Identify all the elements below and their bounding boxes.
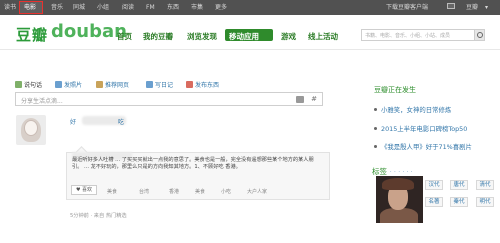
post-author-suffix[interactable]: 吃 xyxy=(118,117,124,126)
camera-icon[interactable] xyxy=(296,96,304,103)
tag-button[interactable]: 明代 xyxy=(476,197,494,207)
nav-home[interactable]: 首页 xyxy=(117,31,132,42)
post-tag[interactable]: 美食 xyxy=(107,188,117,195)
link-icon xyxy=(96,81,103,88)
topnav-item-market[interactable]: 市集 xyxy=(191,4,203,11)
mail-icon[interactable] xyxy=(447,3,455,9)
topnav-item-local[interactable]: 同城 xyxy=(73,4,85,11)
post-tag[interactable]: 香港 xyxy=(169,188,179,195)
post-tag[interactable]: 台湾 xyxy=(139,188,149,195)
tag-button[interactable]: 名著 xyxy=(425,197,443,207)
happening-item[interactable]: 《我是殷人甲》好于71%喜剧片 xyxy=(381,142,472,151)
tag-button[interactable]: 汉代 xyxy=(425,180,443,190)
post-author-prefix[interactable]: 好 xyxy=(70,117,76,126)
topnav-item-music[interactable]: 音乐 xyxy=(51,4,63,11)
tab-write-diary[interactable]: 写日记 xyxy=(146,80,173,89)
download-client-link[interactable]: 下载豆瓣客户端 xyxy=(386,4,428,11)
tab-publish-thing[interactable]: 发布东西 xyxy=(186,80,219,89)
avatar[interactable] xyxy=(16,115,46,145)
tags-more[interactable]: · · · · · · xyxy=(390,169,413,175)
post-tag[interactable]: 美食 xyxy=(195,188,205,195)
tab-post-photo[interactable]: 发照片 xyxy=(55,80,82,89)
tab-say-something[interactable]: 说句话 xyxy=(15,80,42,89)
tab-recommend-link[interactable]: 推荐网页 xyxy=(96,80,129,89)
tag-button[interactable]: 秦代 xyxy=(450,197,468,207)
topnav-item-movies[interactable]: 电影 xyxy=(24,4,36,11)
nav-games[interactable]: 游戏 xyxy=(281,31,296,42)
post-meta: 5分钟前 · 来自 热门精选 xyxy=(70,213,127,219)
diary-icon xyxy=(146,81,153,88)
status-placeholder: 分享生活点滴... xyxy=(21,98,63,105)
logo-en[interactable]: douban xyxy=(51,21,127,42)
search-box[interactable]: 书籍、电影、音乐、小组、小站、成员 xyxy=(361,29,485,41)
nav-explore[interactable]: 浏览发现 xyxy=(187,31,217,42)
nav-online-events[interactable]: 线上活动 xyxy=(308,31,338,42)
post-tag[interactable]: 大户人家 xyxy=(247,188,267,195)
like-button[interactable]: ♥ 喜欢 xyxy=(71,185,97,195)
tag-photo[interactable] xyxy=(376,176,423,223)
happening-item[interactable]: 2015上半年电影口碑榜Top50 xyxy=(381,124,467,133)
top-navigation-bar: 读书 电影 音乐 同城 小组 阅读 FM 东西 市集 更多 下载豆瓣客户端 豆瓣… xyxy=(0,0,500,15)
tag-button[interactable]: 唐代 xyxy=(450,180,468,190)
status-input[interactable]: 分享生活点滴... # xyxy=(15,92,323,106)
topnav-item-fm[interactable]: FM xyxy=(146,4,155,11)
post-tag[interactable]: 小吃 xyxy=(221,188,231,195)
tag-button[interactable]: 清代 xyxy=(476,180,494,190)
happening-item[interactable]: 小雅笑，女神的日常修炼 xyxy=(381,105,451,114)
user-menu[interactable]: 豆瓣 xyxy=(466,4,478,11)
nav-mobile-apps[interactable]: 移动应用 xyxy=(229,31,259,42)
speech-icon xyxy=(15,81,22,88)
post-card: 最近听好多人吐槽 ... 了买买买就出一点我的意思了。美食也是一般，完全没有遥想… xyxy=(66,152,330,200)
user-menu-arrow-icon[interactable]: ▾ xyxy=(485,4,488,11)
post-text: 最近听好多人吐槽 ... 了买买买就出一点我的意思了。美食也是一般，完全没有遥想… xyxy=(72,157,314,170)
header-divider xyxy=(0,49,500,50)
hashtag-icon[interactable]: # xyxy=(311,95,317,103)
nav-my-douban[interactable]: 我的豆瓣 xyxy=(143,31,173,42)
topnav-item-things[interactable]: 东西 xyxy=(167,4,179,11)
topnav-item-books[interactable]: 读书 xyxy=(4,4,16,11)
topnav-item-groups[interactable]: 小组 xyxy=(97,4,109,11)
logo-cn[interactable]: 豆瓣 xyxy=(16,24,48,45)
thing-icon xyxy=(186,81,193,88)
search-placeholder: 书籍、电影、音乐、小组、小站、成员 xyxy=(365,33,451,39)
topnav-item-read[interactable]: 阅读 xyxy=(122,4,134,11)
topnav-item-more[interactable]: 更多 xyxy=(215,4,227,11)
happening-title: 豆瓣正在发生 xyxy=(374,86,416,94)
search-icon[interactable] xyxy=(474,30,484,40)
photo-icon xyxy=(55,81,62,88)
